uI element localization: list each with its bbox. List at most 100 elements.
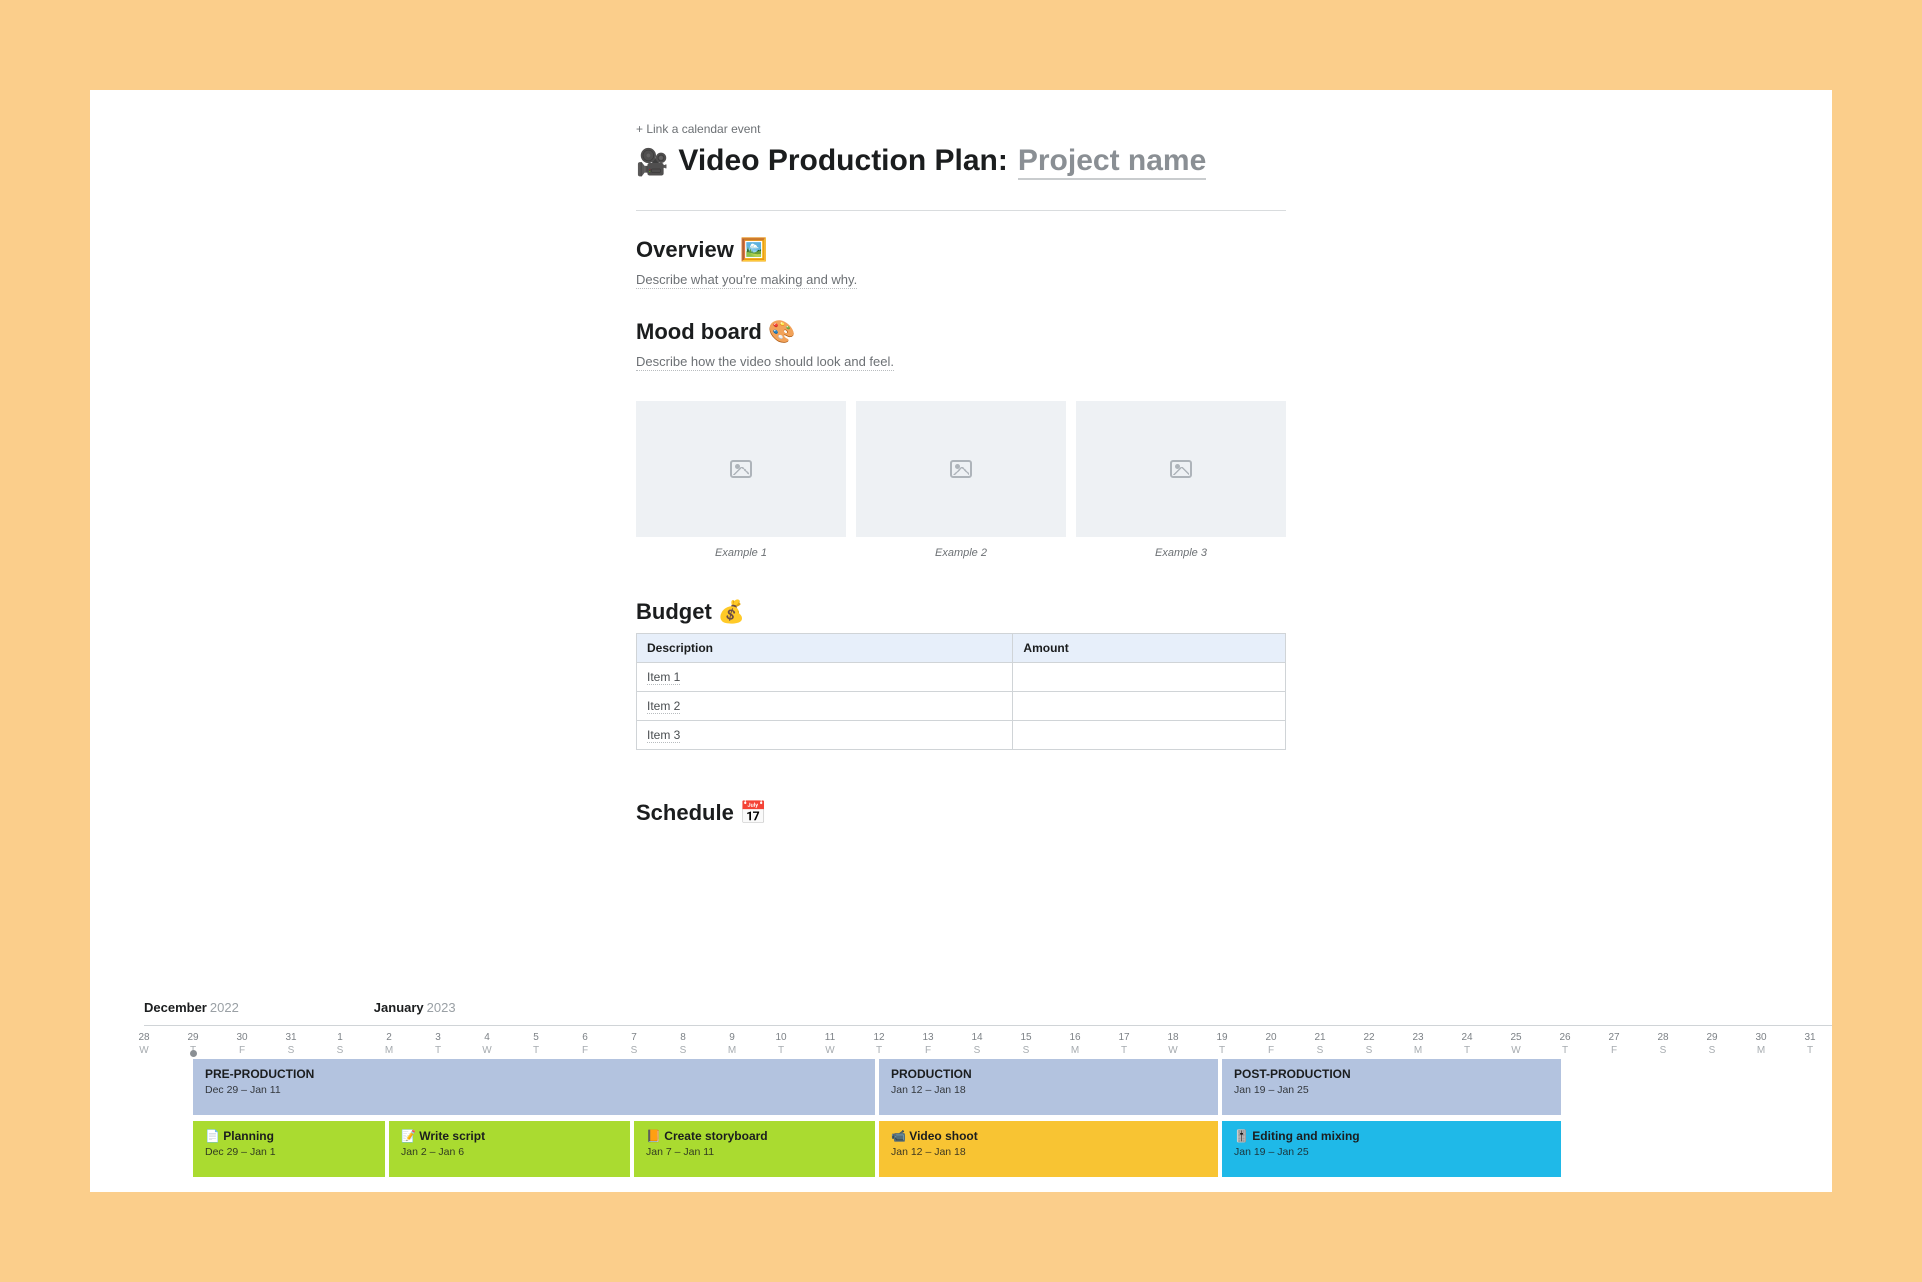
budget-item[interactable]: Item 2 bbox=[647, 699, 680, 714]
gantt-month: January2023 bbox=[374, 1000, 456, 1015]
bar-title: PRE-PRODUCTION bbox=[205, 1067, 863, 1081]
gantt-day-tick: 7S bbox=[609, 1031, 659, 1057]
mood-example[interactable]: Example 2 bbox=[856, 401, 1066, 559]
budget-item[interactable]: Item 3 bbox=[647, 728, 680, 743]
gantt-day-tick: 6F bbox=[560, 1031, 610, 1057]
budget-row[interactable]: Item 1 bbox=[637, 663, 1286, 692]
gantt-task-bar[interactable]: 🎚️ Editing and mixing Jan 19 – Jan 25 bbox=[1222, 1121, 1561, 1177]
bar-title: PRODUCTION bbox=[891, 1067, 1206, 1081]
moodboard-grid: Example 1 Example 2 Example 3 bbox=[636, 401, 1286, 559]
mood-caption: Example 3 bbox=[1076, 547, 1286, 559]
bar-title: 📙 Create storyboard bbox=[646, 1129, 863, 1143]
gantt-task-bar[interactable]: 📄 Planning Dec 29 – Jan 1 bbox=[193, 1121, 385, 1177]
page-title[interactable]: 🎥 Video Production Plan: Project name bbox=[636, 144, 1286, 180]
gantt-day-tick: 31T bbox=[1785, 1031, 1832, 1057]
gantt-day-tick: 5T bbox=[511, 1031, 561, 1057]
image-icon bbox=[950, 460, 972, 478]
camera-icon: 🎥 bbox=[636, 147, 668, 178]
image-placeholder[interactable] bbox=[636, 401, 846, 537]
gantt-day-tick: 21S bbox=[1295, 1031, 1345, 1057]
gantt-day-tick: 3T bbox=[413, 1031, 463, 1057]
title-text: Video Production Plan: bbox=[678, 144, 1007, 178]
bar-dates: Jan 2 – Jan 6 bbox=[401, 1146, 618, 1158]
gantt-lanes: PRE-PRODUCTION Dec 29 – Jan 11 PRODUCTION J… bbox=[144, 1059, 1832, 1192]
gantt-day-tick: 15S bbox=[1001, 1031, 1051, 1057]
bar-title: 📄 Planning bbox=[205, 1129, 373, 1143]
bar-title: 📝 Write script bbox=[401, 1129, 618, 1143]
gantt-month-row: December2022 January2023 bbox=[144, 1000, 1832, 1015]
gantt-day-tick: 13F bbox=[903, 1031, 953, 1057]
budget-amount[interactable] bbox=[1013, 692, 1286, 721]
budget-row[interactable]: Item 2 bbox=[637, 692, 1286, 721]
link-calendar-event[interactable]: + Link a calendar event bbox=[636, 122, 1286, 136]
mood-example[interactable]: Example 3 bbox=[1076, 401, 1286, 559]
gantt-day-tick: 18W bbox=[1148, 1031, 1198, 1057]
budget-row[interactable]: Item 3 bbox=[637, 721, 1286, 750]
gantt-day-tick: 8S bbox=[658, 1031, 708, 1057]
gantt-task-bar[interactable]: 📝 Write script Jan 2 – Jan 6 bbox=[389, 1121, 630, 1177]
bar-dates: Dec 29 – Jan 1 bbox=[205, 1146, 373, 1158]
gantt-day-tick: 25W bbox=[1491, 1031, 1541, 1057]
gantt-day-tick: 23M bbox=[1393, 1031, 1443, 1057]
schedule-heading: Schedule 📅 bbox=[636, 800, 1286, 826]
budget-amount[interactable] bbox=[1013, 663, 1286, 692]
bar-dates: Jan 19 – Jan 25 bbox=[1234, 1146, 1549, 1158]
gantt-day-tick: 11W bbox=[805, 1031, 855, 1057]
divider bbox=[636, 210, 1286, 211]
today-marker-icon bbox=[190, 1050, 197, 1057]
gantt-day-tick: 30F bbox=[217, 1031, 267, 1057]
gantt-day-tick: 30M bbox=[1736, 1031, 1786, 1057]
mood-caption: Example 1 bbox=[636, 547, 846, 559]
mood-example[interactable]: Example 1 bbox=[636, 401, 846, 559]
gantt-chart[interactable]: December2022 January2023 28W29T30F31S1S2… bbox=[144, 1000, 1832, 1192]
gantt-day-tick: 20F bbox=[1246, 1031, 1296, 1057]
budget-col-description: Description bbox=[637, 634, 1013, 663]
gantt-day-tick: 29S bbox=[1687, 1031, 1737, 1057]
gantt-day-tick: 1S bbox=[315, 1031, 365, 1057]
budget-table: Description Amount Item 1 Item 2 Item 3 bbox=[636, 633, 1286, 750]
image-icon bbox=[1170, 460, 1192, 478]
moodboard-prompt[interactable]: Describe how the video should look and f… bbox=[636, 354, 894, 371]
gantt-day-tick: 28S bbox=[1638, 1031, 1688, 1057]
gantt-phase-bar[interactable]: POST-PRODUCTION Jan 19 – Jan 25 bbox=[1222, 1059, 1561, 1115]
bar-title: 🎚️ Editing and mixing bbox=[1234, 1129, 1549, 1143]
bar-dates: Jan 19 – Jan 25 bbox=[1234, 1084, 1549, 1096]
gantt-day-tick: 27F bbox=[1589, 1031, 1639, 1057]
gantt-month: December2022 bbox=[144, 1000, 239, 1015]
moodboard-heading: Mood board 🎨 bbox=[636, 319, 1286, 345]
gantt-day-tick: 17T bbox=[1099, 1031, 1149, 1057]
gantt-day-tick: 31S bbox=[266, 1031, 316, 1057]
image-icon bbox=[730, 460, 752, 478]
bar-dates: Jan 12 – Jan 18 bbox=[891, 1146, 1206, 1158]
overview-heading: Overview 🖼️ bbox=[636, 237, 1286, 263]
gantt-day-tick: 28W bbox=[119, 1031, 169, 1057]
gantt-day-tick: 24T bbox=[1442, 1031, 1492, 1057]
bar-dates: Jan 12 – Jan 18 bbox=[891, 1084, 1206, 1096]
document-page: + Link a calendar event 🎥 Video Producti… bbox=[90, 90, 1832, 1192]
gantt-task-bar[interactable]: 📙 Create storyboard Jan 7 – Jan 11 bbox=[634, 1121, 875, 1177]
gantt-phase-bar[interactable]: PRE-PRODUCTION Dec 29 – Jan 11 bbox=[193, 1059, 875, 1115]
gantt-day-tick: 26T bbox=[1540, 1031, 1590, 1057]
document-body: + Link a calendar event 🎥 Video Producti… bbox=[636, 90, 1286, 826]
image-placeholder[interactable] bbox=[856, 401, 1066, 537]
project-name-placeholder[interactable]: Project name bbox=[1018, 144, 1206, 180]
gantt-day-tick: 2M bbox=[364, 1031, 414, 1057]
gantt-day-tick: 16M bbox=[1050, 1031, 1100, 1057]
image-placeholder[interactable] bbox=[1076, 401, 1286, 537]
gantt-day-tick: 10T bbox=[756, 1031, 806, 1057]
gantt-day-tick: 19T bbox=[1197, 1031, 1247, 1057]
gantt-task-bar[interactable]: 📹 Video shoot Jan 12 – Jan 18 bbox=[879, 1121, 1218, 1177]
budget-heading: Budget 💰 bbox=[636, 599, 1286, 625]
gantt-phase-bar[interactable]: PRODUCTION Jan 12 – Jan 18 bbox=[879, 1059, 1218, 1115]
gantt-day-tick: 12T bbox=[854, 1031, 904, 1057]
bar-title: 📹 Video shoot bbox=[891, 1129, 1206, 1143]
overview-prompt[interactable]: Describe what you're making and why. bbox=[636, 272, 857, 289]
bar-title: POST-PRODUCTION bbox=[1234, 1067, 1549, 1081]
gantt-axis: 28W29T30F31S1S2M3T4W5T6F7S8S9M10T11W12T1… bbox=[144, 1025, 1832, 1059]
budget-item[interactable]: Item 1 bbox=[647, 670, 680, 685]
budget-col-amount: Amount bbox=[1013, 634, 1286, 663]
bar-dates: Jan 7 – Jan 11 bbox=[646, 1146, 863, 1158]
gantt-day-tick: 14S bbox=[952, 1031, 1002, 1057]
budget-amount[interactable] bbox=[1013, 721, 1286, 750]
bar-dates: Dec 29 – Jan 11 bbox=[205, 1084, 863, 1096]
